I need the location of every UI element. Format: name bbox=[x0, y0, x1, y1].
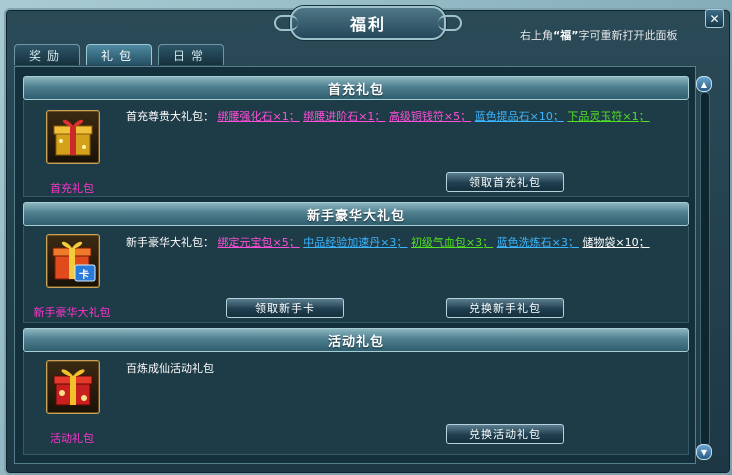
reward-item[interactable]: 绑定元宝包×5； bbox=[218, 236, 300, 249]
panel-title-plate: 福利 bbox=[274, 6, 462, 40]
title-ornament-right bbox=[438, 15, 462, 31]
gift-list: 首充礼包 首充礼包 首充尊贵大礼包： 绑腰强化石×1； 绑腰进阶石×1； 高级铜… bbox=[14, 66, 696, 464]
reward-item[interactable]: 下品灵玉符×1； bbox=[567, 110, 649, 123]
package-name: 首充礼包 bbox=[50, 182, 94, 195]
section-newbie-pack: 新手豪华大礼包 卡 新手豪华大礼包 新手豪华大礼包： 绑定元宝包×5； 中品经验… bbox=[23, 202, 689, 324]
contents-label: 首充尊贵大礼包： bbox=[126, 110, 214, 123]
reward-item[interactable]: 蓝色洗炼石×3； bbox=[497, 236, 579, 249]
gift-box-icon[interactable] bbox=[46, 360, 100, 414]
close-button[interactable]: ✕ bbox=[705, 9, 724, 28]
claim-first-charge-button[interactable]: 领取首充礼包 bbox=[446, 172, 564, 192]
reward-item[interactable]: 蓝色提品石×10； bbox=[475, 110, 564, 123]
tab-bar: 奖励 礼包 日常 bbox=[14, 44, 230, 66]
package-name: 新手豪华大礼包 bbox=[33, 306, 111, 319]
reward-item[interactable]: 绑腰进阶石×1； bbox=[303, 110, 385, 123]
redeem-newbie-pack-button[interactable]: 兑换新手礼包 bbox=[446, 298, 564, 318]
title-ornament-left bbox=[274, 15, 298, 31]
section-first-charge: 首充礼包 首充礼包 首充尊贵大礼包： 绑腰强化石×1； 绑腰进阶石×1； 高级铜… bbox=[23, 76, 689, 198]
reward-item[interactable]: 储物袋×10； bbox=[582, 236, 649, 249]
reward-item[interactable]: 初级气血包×3； bbox=[411, 236, 493, 249]
tab-daily[interactable]: 日常 bbox=[158, 44, 224, 65]
section-activity-pack: 活动礼包 活动礼包 百炼成仙活动礼包 兑换活动礼包 bbox=[23, 328, 689, 456]
reward-item[interactable]: 中品经验加速丹×3； bbox=[303, 236, 407, 249]
panel-title: 福利 bbox=[349, 15, 386, 34]
tab-gift-packs[interactable]: 礼包 bbox=[86, 44, 152, 65]
scroll-track[interactable] bbox=[700, 92, 710, 446]
section-header: 首充礼包 bbox=[23, 76, 689, 100]
redeem-activity-pack-button[interactable]: 兑换活动礼包 bbox=[446, 424, 564, 444]
tab-rewards[interactable]: 奖励 bbox=[14, 44, 80, 65]
reward-item[interactable]: 绑腰强化石×1； bbox=[218, 110, 300, 123]
hint-suffix: 字可重新打开此面板 bbox=[578, 29, 678, 42]
scroll-up-icon[interactable]: ▲ bbox=[696, 76, 712, 92]
scrollbar[interactable]: ▲ ▼ bbox=[696, 76, 712, 460]
section-header: 新手豪华大礼包 bbox=[23, 202, 689, 226]
scroll-down-icon[interactable]: ▼ bbox=[696, 444, 712, 460]
package-contents: 新手豪华大礼包： 绑定元宝包×5； 中品经验加速丹×3； 初级气血包×3； 蓝色… bbox=[126, 234, 650, 250]
section-header: 活动礼包 bbox=[23, 328, 689, 352]
package-contents: 百炼成仙活动礼包 bbox=[126, 362, 214, 375]
package-contents: 首充尊贵大礼包： 绑腰强化石×1； 绑腰进阶石×1； 高级铜钱符×5； 蓝色提品… bbox=[126, 108, 650, 124]
contents-label: 新手豪华大礼包： bbox=[126, 236, 214, 249]
section-body: 卡 新手豪华大礼包 新手豪华大礼包： 绑定元宝包×5； 中品经验加速丹×3； 初… bbox=[23, 226, 689, 323]
gift-box-icon[interactable] bbox=[46, 110, 100, 164]
hint-key: “福” bbox=[553, 29, 579, 42]
reopen-hint: 右上角“福”字可重新打开此面板 bbox=[520, 27, 704, 43]
section-body: 活动礼包 百炼成仙活动礼包 兑换活动礼包 bbox=[23, 352, 689, 455]
hint-prefix: 右上角 bbox=[520, 29, 553, 42]
claim-newbie-card-button[interactable]: 领取新手卡 bbox=[226, 298, 344, 318]
card-label: 卡 bbox=[79, 270, 89, 281]
section-body: 首充礼包 首充尊贵大礼包： 绑腰强化石×1； 绑腰进阶石×1； 高级铜钱符×5；… bbox=[23, 100, 689, 197]
package-name: 活动礼包 bbox=[50, 432, 94, 445]
reward-item[interactable]: 高级铜钱符×5； bbox=[389, 110, 471, 123]
gift-card-icon[interactable]: 卡 bbox=[46, 234, 100, 288]
